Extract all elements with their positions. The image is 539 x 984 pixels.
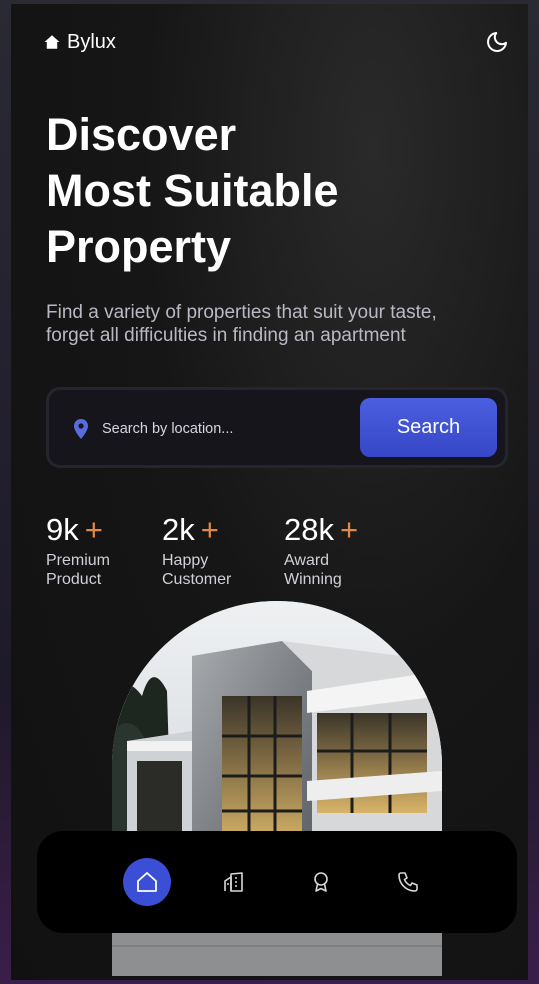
- search-input[interactable]: [102, 410, 342, 448]
- stat-value: 2k: [162, 512, 195, 547]
- stat-label: Premium Product: [46, 552, 111, 588]
- hero-subtitle: Find a variety of properties that suit y…: [46, 302, 437, 346]
- stat-label: Award Winning: [284, 552, 342, 588]
- search-button[interactable]: Search: [360, 398, 497, 457]
- stat-plus: +: [84, 512, 103, 547]
- home-icon: [44, 35, 60, 49]
- award-icon: [313, 872, 328, 892]
- header: Bylux: [43, 30, 510, 54]
- building-icon: [223, 872, 243, 892]
- stat-plus: +: [200, 512, 219, 547]
- brand-name: Bylux: [67, 30, 116, 53]
- hero-title-line: Discover: [46, 109, 237, 160]
- hero-title-line: Property: [46, 221, 232, 272]
- nav-item-properties[interactable]: [210, 858, 258, 906]
- search-box: Search: [46, 387, 508, 468]
- stat-value: 28k: [284, 512, 334, 547]
- stat-plus: +: [339, 512, 359, 547]
- app-frame: Bylux Discover Most Suitable Property Fi…: [11, 4, 528, 980]
- location-pin-icon: [74, 419, 88, 439]
- hero-title: Discover Most Suitable Property: [46, 107, 446, 275]
- stat-item: 9k + Premium Product: [46, 512, 136, 589]
- phone-icon: [397, 872, 418, 892]
- hero-title-line: Most Suitable: [46, 165, 339, 216]
- nav-item-home[interactable]: [122, 858, 171, 906]
- brand-logo[interactable]: Bylux: [43, 31, 116, 54]
- stat-item: 2k + Happy Customer: [162, 512, 252, 589]
- moon-icon: [487, 32, 507, 52]
- stat-item: 28k + Award Winning: [284, 512, 374, 589]
- stat-label: Happy Customer: [162, 552, 232, 588]
- stat-value: 9k: [46, 512, 79, 547]
- theme-toggle-button[interactable]: [484, 29, 510, 55]
- bottom-nav: [37, 831, 517, 933]
- nav-item-awards[interactable]: [297, 858, 345, 906]
- home-icon: [136, 872, 157, 892]
- nav-item-contact[interactable]: [384, 858, 432, 906]
